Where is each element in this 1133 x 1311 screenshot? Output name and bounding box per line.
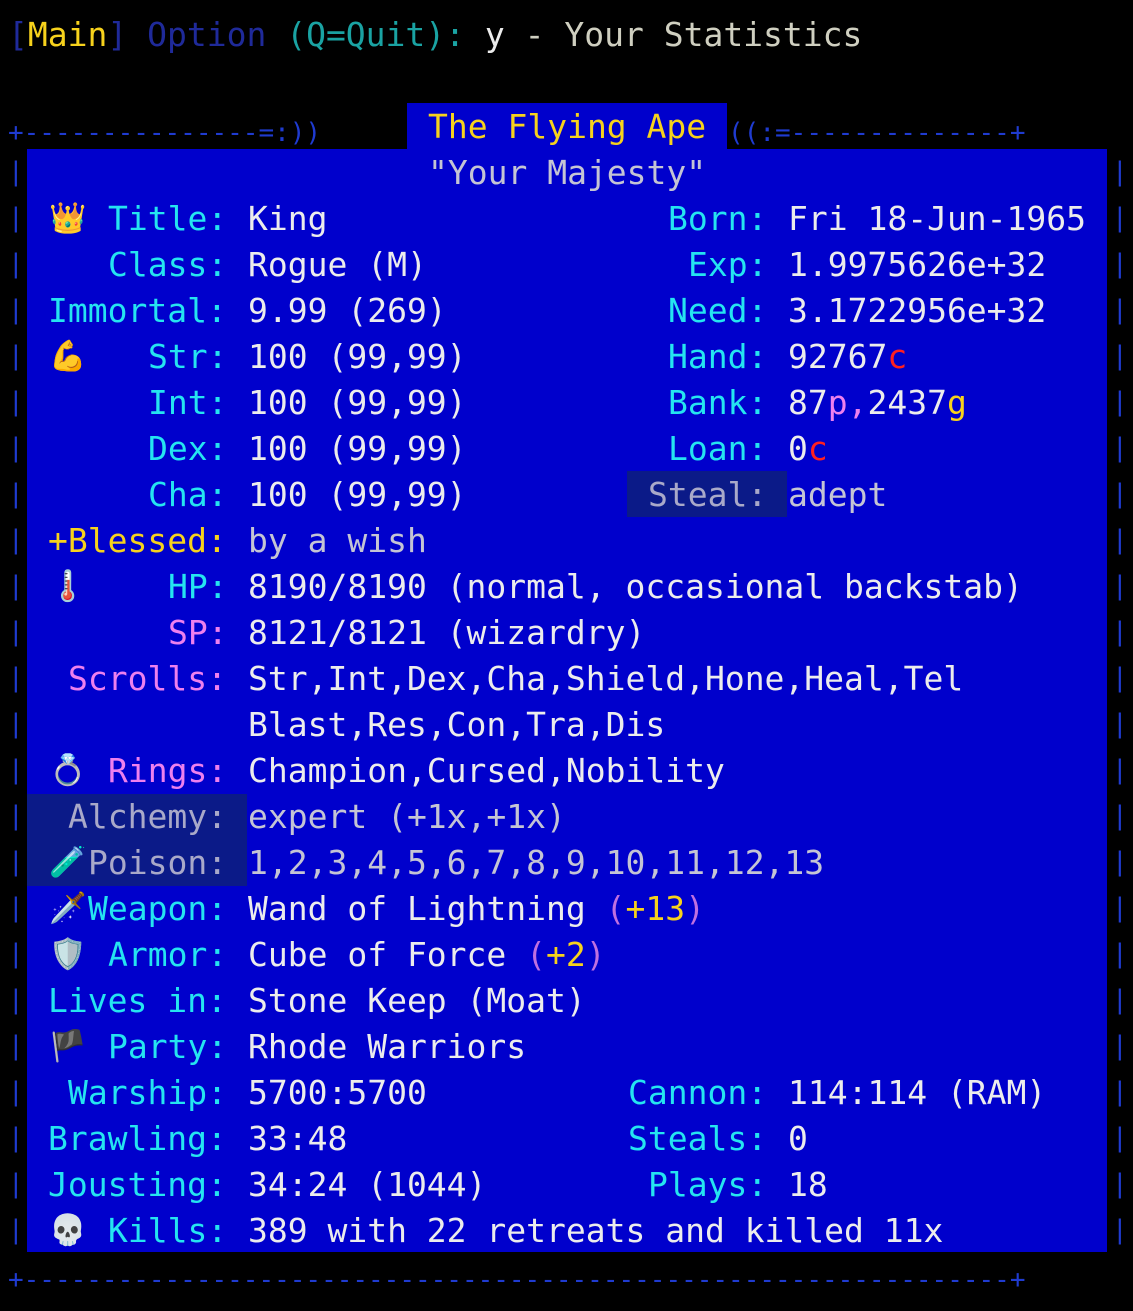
str-label: Str:	[148, 337, 228, 376]
thermometer-icon: 🌡️	[49, 569, 87, 604]
alchemy-value: expert (+1x,+1x)	[248, 797, 566, 836]
scrolls-value-1: Str,Int,Dex,Cha,Shield,Hone,Heal,Tel	[248, 659, 964, 698]
potion-icon: 🧪	[49, 845, 87, 880]
int-value: 100 (99,99)	[248, 383, 467, 422]
quit-hint: (Q=Quit):	[286, 15, 466, 54]
kills-value: 389 with 22 retreats and killed 11x	[248, 1211, 944, 1250]
selected-key: y	[484, 15, 505, 54]
rings-value: Champion,Cursed,Nobility	[248, 751, 725, 790]
loan-label: Loan:	[668, 429, 768, 468]
bottom-border: +---------------------------------------…	[8, 1265, 1026, 1295]
exp-value: 1.9975626e+32	[788, 245, 1047, 284]
title-label: Title:	[108, 199, 228, 238]
gold-unit: g	[946, 383, 967, 422]
option-label: Option	[147, 15, 267, 54]
armor-value: Cube of Force (+2)	[248, 935, 606, 974]
left-border: | | | | | | | | | | | | | | | | | | | | …	[8, 157, 24, 1245]
born-value: Fri 18-Jun-1965	[788, 199, 1087, 238]
main-menu-label[interactable]: Main	[28, 15, 107, 54]
born-label: Born:	[668, 199, 768, 238]
screen-title: Your Statistics	[564, 15, 863, 54]
poison-value: 1,2,3,4,5,6,7,8,9,10,11,12,13	[248, 843, 825, 882]
copper-unit: c	[887, 337, 908, 376]
plays-label: Plays:	[648, 1165, 768, 1204]
immortal-value: 9.99 (269)	[248, 291, 447, 330]
rings-label: Rings:	[108, 751, 228, 790]
dex-value: 100 (99,99)	[248, 429, 467, 468]
character-subtitle: "Your Majesty"	[428, 153, 707, 192]
flag-icon: 🏴	[49, 1029, 87, 1064]
title-value: King	[248, 199, 328, 238]
top-prompt: [Main] Option (Q=Quit): y - Your Statist…	[8, 15, 863, 54]
muscle-icon: 💪	[49, 339, 87, 374]
blessed-value: by a wish	[248, 521, 427, 560]
ring-icon: 💍	[49, 753, 87, 788]
scrolls-label: Scrolls:	[68, 659, 227, 698]
party-value: Rhode Warriors	[248, 1027, 527, 1066]
cannon-value: 114:114 (RAM)	[788, 1073, 1047, 1112]
dagger-icon: 🗡️	[49, 891, 87, 926]
shield-icon: 🛡️	[49, 937, 87, 972]
armor-bonus: +2	[546, 935, 586, 974]
scrolls-value-2: Blast,Res,Con,Tra,Dis	[248, 705, 666, 744]
hand-label: Hand:	[668, 337, 768, 376]
int-label: Int:	[148, 383, 228, 422]
steal-value: adept	[788, 475, 888, 514]
loan-value: 0c	[788, 429, 828, 468]
brawling-value: 33:48	[248, 1119, 348, 1158]
lives-label: Lives in:	[48, 981, 227, 1020]
class-label: Class:	[108, 245, 228, 284]
hp-value: 8190/8190 (normal, occasional backstab)	[248, 567, 1023, 606]
sp-value: 8121/8121 (wizardry)	[248, 613, 646, 652]
warship-value: 5700:5700	[248, 1073, 427, 1112]
steals-value: 0	[788, 1119, 808, 1158]
terminal-window: [Main] Option (Q=Quit): y - Your Statist…	[0, 0, 1133, 1311]
hand-value: 92767c	[788, 337, 908, 376]
exp-label: Exp:	[688, 245, 768, 284]
blessed-label: +Blessed:	[48, 521, 227, 560]
weapon-label: Weapon:	[88, 889, 228, 928]
hp-label: HP:	[168, 567, 228, 606]
str-value: 100 (99,99)	[248, 337, 467, 376]
right-border: | | | | | | | | | | | | | | | | | | | | …	[1112, 157, 1128, 1245]
steals-label: Steals:	[628, 1119, 768, 1158]
class-value: Rogue (M)	[248, 245, 427, 284]
character-name: The Flying Ape	[428, 107, 707, 146]
alchemy-label: Alchemy:	[68, 797, 227, 836]
need-label: Need:	[668, 291, 768, 330]
sp-label: SP:	[168, 613, 228, 652]
steal-label: Steal:	[648, 475, 768, 514]
weapon-bonus: +13	[625, 889, 686, 928]
warship-label: Warship:	[68, 1073, 227, 1112]
bank-label: Bank:	[668, 383, 768, 422]
skull-icon: 💀	[49, 1213, 87, 1248]
weapon-value: Wand of Lightning (+13)	[248, 889, 705, 928]
jousting-label: Jousting:	[48, 1165, 227, 1204]
lives-value: Stone Keep (Moat)	[248, 981, 586, 1020]
bank-value: 87p,2437g	[788, 383, 967, 422]
jousting-value: 34:24 (1044)	[248, 1165, 487, 1204]
copper-unit: c	[807, 429, 828, 468]
dex-label: Dex:	[148, 429, 228, 468]
armor-label: Armor:	[108, 935, 228, 974]
poison-label: Poison:	[88, 843, 228, 882]
kills-label: Kills:	[108, 1211, 228, 1250]
need-value: 3.1722956e+32	[788, 291, 1047, 330]
plays-value: 18	[788, 1165, 828, 1204]
crown-icon: 👑	[49, 201, 87, 236]
brawling-label: Brawling:	[48, 1119, 227, 1158]
cha-value: 100 (99,99)	[248, 475, 467, 514]
immortal-label: Immortal:	[48, 291, 227, 330]
platinum-unit: p	[827, 383, 848, 422]
party-label: Party:	[108, 1027, 228, 1066]
cha-label: Cha:	[148, 475, 228, 514]
cannon-label: Cannon:	[628, 1073, 768, 1112]
